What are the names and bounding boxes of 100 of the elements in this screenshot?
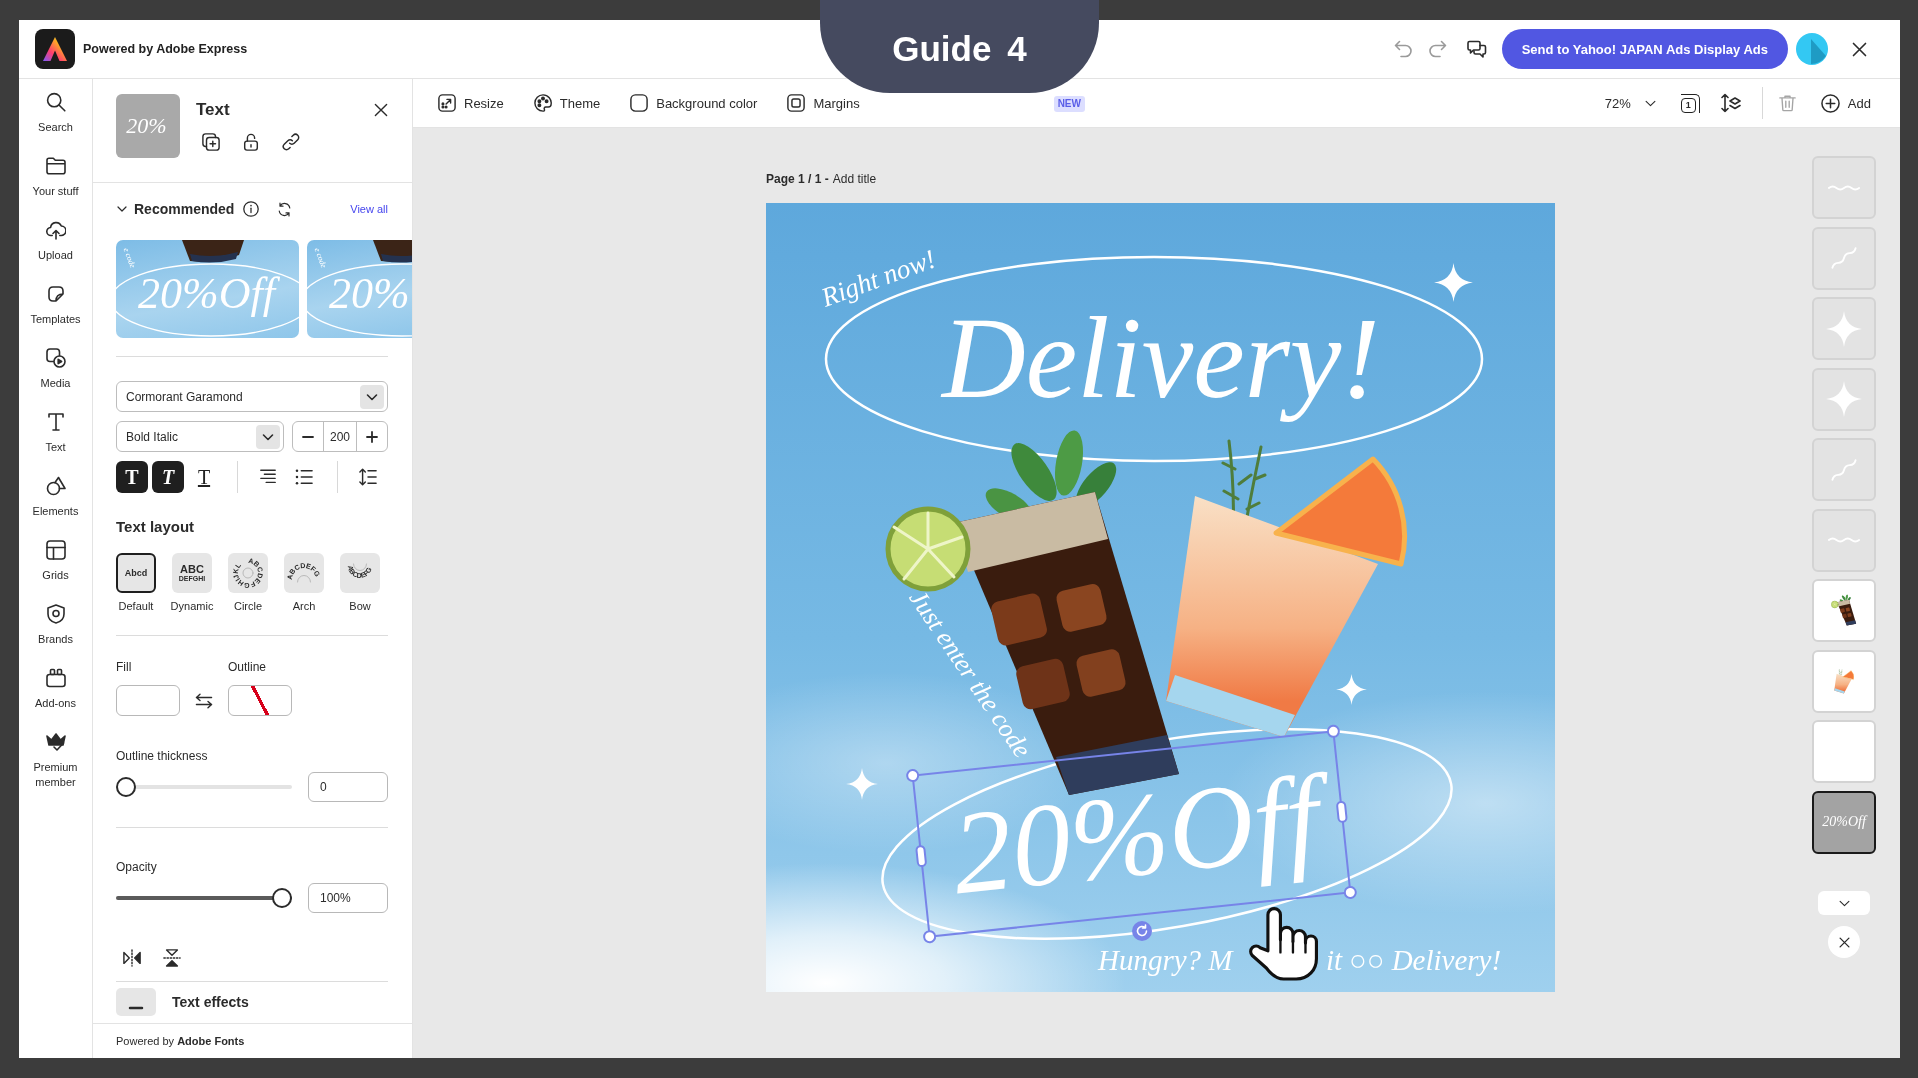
resize-handle[interactable] xyxy=(1326,724,1340,738)
font-family-dropdown[interactable]: Cormorant Garamond xyxy=(116,381,388,412)
letter-t-icon xyxy=(45,412,66,432)
option-label: Bow xyxy=(349,599,371,613)
no-color-swatch[interactable] xyxy=(228,685,292,716)
page-label: Page 1 / 1 - xyxy=(766,171,829,187)
line-spacing-icon[interactable] xyxy=(359,468,377,486)
layer-thumbnail[interactable] xyxy=(1812,156,1876,219)
chat-bubbles-icon[interactable] xyxy=(1466,39,1487,59)
flip-horizontal-icon[interactable] xyxy=(123,949,141,967)
refresh-icon[interactable] xyxy=(277,201,293,217)
section-heading[interactable]: Text effects xyxy=(172,994,249,1010)
add-button[interactable]: Add xyxy=(1820,93,1871,113)
option-label: Default xyxy=(118,599,154,613)
resize-button[interactable]: Resize xyxy=(438,94,504,112)
font-size-field[interactable]: 200 xyxy=(323,422,357,451)
preview-caption: e code xyxy=(120,246,138,272)
resize-handle[interactable] xyxy=(906,769,920,783)
slider-label: Opacity xyxy=(116,860,158,875)
cocktail-glass-icon xyxy=(1834,668,1854,694)
chevron-down-icon xyxy=(256,424,280,449)
number-field[interactable]: 0 xyxy=(308,772,388,802)
headline-text: Delivery! xyxy=(939,293,1381,424)
close-layers-button[interactable] xyxy=(1828,926,1860,958)
box-icon xyxy=(45,668,66,688)
preview-text: 20%Off xyxy=(136,268,283,320)
sidebar-item[interactable]: Search xyxy=(22,92,89,135)
duplicate-icon[interactable] xyxy=(202,133,220,151)
chevron-down-icon xyxy=(1838,899,1850,907)
sidebar-item[interactable]: Add-ons xyxy=(22,668,89,711)
chevron-down-icon[interactable] xyxy=(117,206,127,212)
layer-thumbnail[interactable] xyxy=(1812,579,1876,642)
guide-number: 4 xyxy=(1007,28,1027,69)
layer-thumbnail[interactable] xyxy=(1812,649,1876,713)
align-right-icon[interactable] xyxy=(259,468,277,486)
layer-thumbnail[interactable] xyxy=(1812,367,1876,431)
slider-thumb[interactable] xyxy=(116,777,136,797)
color-swatch[interactable] xyxy=(116,685,180,716)
layer-thumbnail[interactable] xyxy=(1812,226,1876,290)
avatar-icon[interactable] xyxy=(1796,33,1828,65)
rounded-square-icon xyxy=(630,94,649,112)
slider-label: Outline thickness xyxy=(116,749,209,764)
plus-icon[interactable] xyxy=(366,430,378,443)
close-icon[interactable] xyxy=(374,103,388,117)
crown-icon xyxy=(45,732,66,752)
resize-handle[interactable] xyxy=(1343,885,1357,899)
slider-track[interactable] xyxy=(116,777,292,797)
info-icon[interactable] xyxy=(243,201,260,217)
close-icon xyxy=(1838,936,1850,948)
sidebar-item[interactable]: Brands xyxy=(22,604,89,647)
layout-option-tile[interactable]: Abcd xyxy=(116,553,156,593)
shield-icon xyxy=(45,604,66,624)
underline-button[interactable]: T xyxy=(188,461,220,493)
layer-thumbnail[interactable] xyxy=(1812,508,1876,572)
add-title-link[interactable]: Add title xyxy=(832,171,877,187)
cola-glass-icon xyxy=(1831,594,1857,627)
text-line-icon xyxy=(1827,183,1861,192)
panel-title: Text xyxy=(196,99,231,121)
sidebar-item[interactable]: Grids xyxy=(22,540,89,583)
app-logo-icon[interactable] xyxy=(35,29,75,69)
sidebar-item[interactable]: Upload xyxy=(22,220,89,263)
sidebar-item[interactable]: Media xyxy=(22,348,89,391)
background-color-button[interactable]: Background color xyxy=(630,94,758,112)
font-size-stepper[interactable]: 200 xyxy=(292,421,388,452)
rotate-icon[interactable] xyxy=(1132,921,1152,941)
layer-thumbnail[interactable] xyxy=(1812,438,1876,501)
resize-handle[interactable] xyxy=(1335,800,1348,824)
sparkle-icon xyxy=(1336,674,1367,705)
bold-button[interactable]: T xyxy=(116,461,148,493)
layer-thumbnail[interactable] xyxy=(1812,297,1876,360)
resize-icon xyxy=(438,94,456,112)
sidebar-item[interactable]: Elements xyxy=(22,476,89,519)
bullet-list-icon[interactable] xyxy=(295,468,313,486)
sidebar-item[interactable]: Text xyxy=(22,412,89,455)
close-icon[interactable] xyxy=(1852,41,1867,57)
folder-icon xyxy=(45,156,66,176)
open-padlock-icon[interactable] xyxy=(242,133,260,151)
layers-icon[interactable] xyxy=(1720,93,1741,113)
zoom-dropdown[interactable]: 72% xyxy=(1604,95,1656,111)
resize-handle[interactable] xyxy=(923,930,937,944)
margins-button[interactable]: Margins xyxy=(787,94,860,112)
italic-button[interactable]: T xyxy=(152,461,184,493)
font-style-dropdown[interactable]: Bold Italic xyxy=(116,421,284,452)
number-field[interactable]: 100% xyxy=(308,883,388,913)
sidebar-item[interactable]: Templates xyxy=(22,284,89,327)
resize-handle[interactable] xyxy=(915,844,928,868)
send-button[interactable]: Send to Yahoo! JAPAN Ads Display Ads xyxy=(1501,29,1788,69)
theme-button[interactable]: Theme xyxy=(533,94,601,112)
layer-thumbnail[interactable] xyxy=(1812,720,1876,783)
swatch-label: Outline xyxy=(228,660,268,675)
flip-vertical-icon[interactable] xyxy=(163,949,181,967)
swap-arrows-icon[interactable] xyxy=(195,692,213,709)
swatch-label: Fill xyxy=(116,660,133,675)
view-all-link[interactable]: View all xyxy=(350,203,388,215)
slider-thumb[interactable] xyxy=(272,888,292,908)
slider-track[interactable] xyxy=(116,888,292,908)
link-icon[interactable] xyxy=(282,133,300,151)
sidebar-item[interactable]: Premium member xyxy=(22,732,89,790)
new-badge: NEW xyxy=(1053,96,1085,112)
sidebar-item[interactable]: Your stuff xyxy=(22,156,89,199)
